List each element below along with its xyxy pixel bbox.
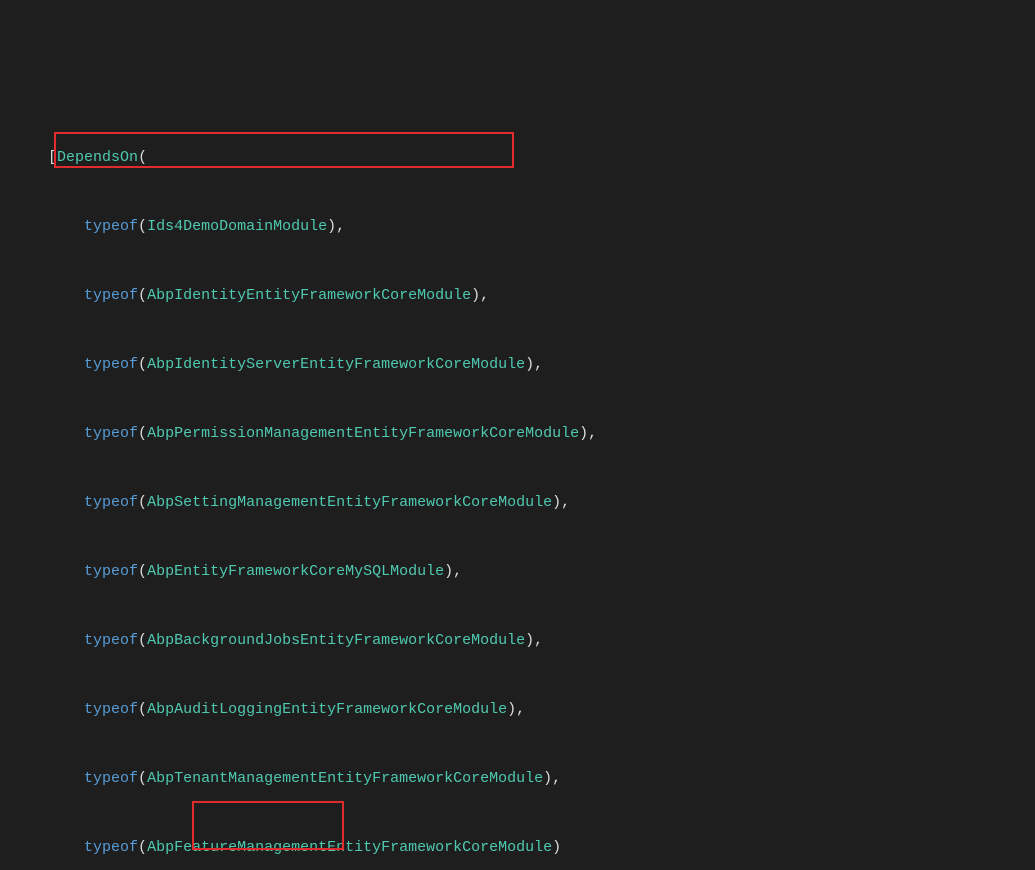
code-editor[interactable]: [DependsOn( typeof(Ids4DemoDomainModule)… (0, 0, 1035, 870)
code-line: typeof(AbpAuditLoggingEntityFrameworkCor… (12, 698, 1025, 721)
code-line: typeof(AbpPermissionManagementEntityFram… (12, 422, 1025, 445)
code-line: typeof(AbpEntityFrameworkCoreMySQLModule… (12, 560, 1025, 583)
code-line: typeof(AbpIdentityServerEntityFrameworkC… (12, 353, 1025, 376)
code-line: typeof(Ids4DemoDomainModule), (12, 215, 1025, 238)
code-line: typeof(AbpTenantManagementEntityFramewor… (12, 767, 1025, 790)
code-line: typeof(AbpIdentityEntityFrameworkCoreMod… (12, 284, 1025, 307)
code-line: typeof(AbpFeatureManagementEntityFramewo… (12, 836, 1025, 859)
code-line: [DependsOn( (12, 146, 1025, 169)
code-line: typeof(AbpSettingManagementEntityFramewo… (12, 491, 1025, 514)
code-line: typeof(AbpBackgroundJobsEntityFrameworkC… (12, 629, 1025, 652)
